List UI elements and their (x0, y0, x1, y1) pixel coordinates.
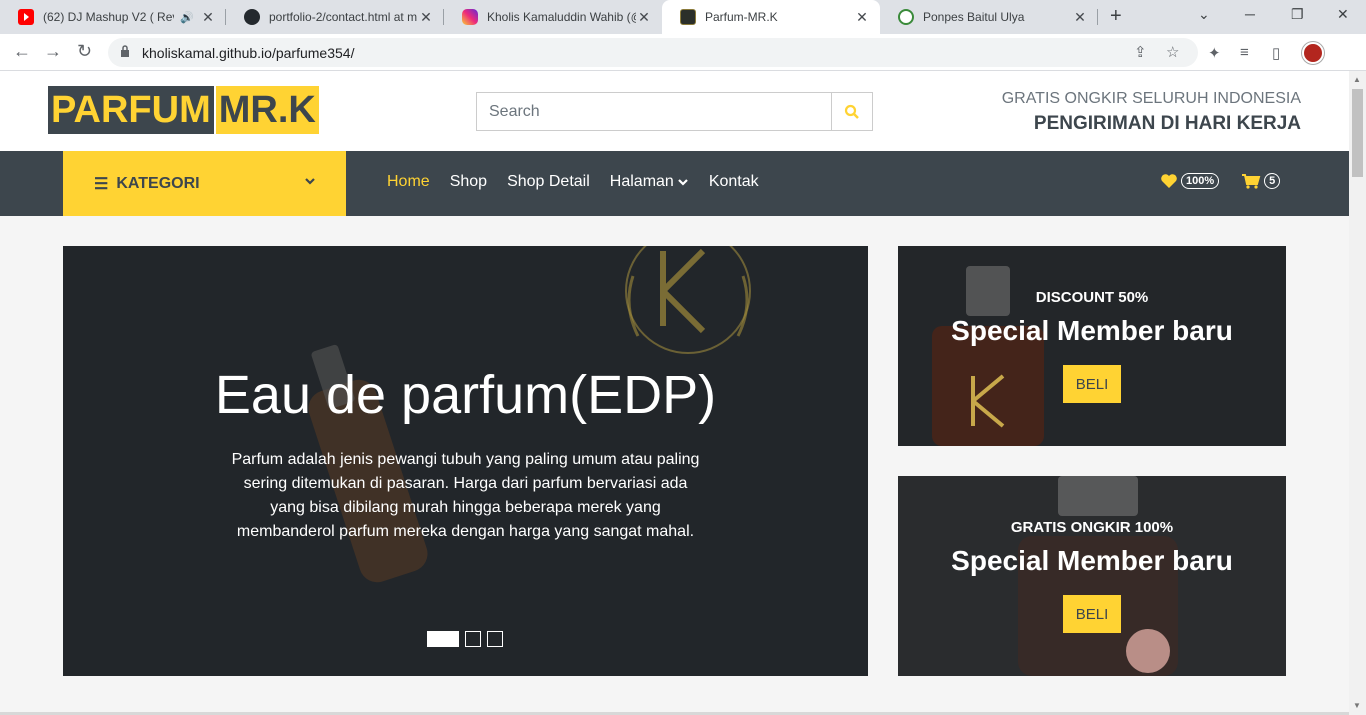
hero-title: Eau de parfum(EDP) (214, 365, 717, 425)
tab-title: Parfum-MR.K (705, 10, 778, 24)
ponpes-site-icon (898, 9, 914, 25)
tab-ponpes[interactable]: Ponpes Baitul Ulya ✕ (880, 0, 1098, 34)
search-icon (844, 104, 859, 119)
chevron-down-icon (678, 179, 688, 186)
search-button[interactable] (831, 93, 872, 130)
instagram-icon (462, 9, 478, 25)
nav-shop[interactable]: Shop (450, 173, 487, 191)
browser-tab-bar: (62) DJ Mashup V2 ( Reve 🔊 ✕ portfolio-2… (0, 0, 1366, 34)
logo-part1: PARFUM (48, 86, 214, 134)
nav-kontak[interactable]: Kontak (709, 173, 759, 191)
web-page: PARFUM MR.K GRATIS ONGKIR SELURUH INDONE… (0, 71, 1349, 715)
reload-icon[interactable]: ↻ (77, 41, 92, 62)
hero-description: Parfum adalah jenis pewangi tubuh yang p… (231, 451, 700, 540)
tab-title: portfolio-2/contact.html at m (269, 10, 418, 24)
url-text: kholiskamal.github.io/parfume354/ (142, 45, 355, 61)
close-tab-icon[interactable]: ✕ (1072, 9, 1088, 26)
offer-card: DISCOUNT 50% Special Member baru BELI (898, 246, 1286, 446)
profile-avatar[interactable] (1302, 42, 1324, 64)
offer-tag: GRATIS ONGKIR 100% (1010, 519, 1174, 536)
carousel-dot-1[interactable] (427, 631, 459, 647)
parfum-site-icon (680, 9, 696, 25)
minimize-icon[interactable]: ─ (1245, 6, 1255, 22)
brand-emblem-watermark (625, 246, 751, 354)
chevron-down-icon (305, 178, 315, 185)
tab-search-icon[interactable]: ⌄ (1198, 6, 1210, 23)
nav-links: Home Shop Shop Detail Halaman Kontak (387, 173, 779, 191)
side-panel-icon[interactable]: ▯ (1272, 44, 1280, 62)
tab-youtube[interactable]: (62) DJ Mashup V2 ( Reve 🔊 ✕ (0, 0, 226, 34)
speaker-icon: 🔊 (180, 11, 194, 24)
back-icon[interactable]: ← (13, 41, 31, 62)
lock-icon (121, 45, 129, 57)
carousel-indicators (427, 631, 509, 647)
offer-title: Special Member baru (951, 315, 1233, 346)
logo-part2: MR.K (215, 86, 319, 134)
tab-parfum[interactable]: Parfum-MR.K ✕ (662, 0, 880, 34)
close-tab-icon[interactable]: ✕ (636, 9, 652, 26)
heart-icon (1161, 174, 1177, 188)
nav-icons: 100% 5 (1160, 173, 1281, 189)
github-icon (244, 9, 260, 25)
url-field[interactable]: kholiskamal.github.io/parfume354/ ⇪ ☆ (108, 38, 1198, 67)
category-label: KATEGORI (116, 174, 200, 192)
buy-button[interactable]: BELI (1063, 595, 1121, 633)
search-box (476, 92, 873, 131)
new-tab-icon[interactable]: + (1110, 5, 1122, 28)
forward-icon[interactable]: → (44, 41, 62, 62)
nav-shop-detail[interactable]: Shop Detail (507, 173, 590, 191)
wishlist-button[interactable]: 100% (1160, 173, 1220, 189)
offer-card: GRATIS ONGKIR 100% Special Member baru B… (898, 476, 1286, 676)
address-bar: ← → ↻ kholiskamal.github.io/parfume354/ … (0, 34, 1366, 71)
close-tab-icon[interactable]: ✕ (418, 9, 434, 26)
promo-line2: PENGIRIMAN DI HARI KERJA (1033, 113, 1301, 134)
extensions-icon[interactable]: ✦ (1208, 44, 1221, 62)
promo-line1: GRATIS ONGKIR SELURUH INDONESIA (1001, 90, 1301, 107)
page-scrollbar[interactable]: ▲ ▼ (1349, 71, 1366, 715)
tab-github[interactable]: portfolio-2/contact.html at m ✕ (226, 0, 444, 34)
cart-count: 5 (1264, 173, 1281, 189)
scroll-up-icon[interactable]: ▲ (1353, 75, 1361, 84)
site-logo[interactable]: PARFUM MR.K (48, 86, 319, 134)
category-dropdown[interactable]: ☰ KATEGORI (63, 151, 346, 216)
nav-halaman-label: Halaman (609, 173, 674, 190)
carousel-dot-3[interactable] (487, 631, 503, 647)
tab-instagram[interactable]: Kholis Kamaluddin Wahib (@ ✕ (444, 0, 662, 34)
menu-bars-icon: ☰ (94, 175, 109, 193)
nav-home[interactable]: Home (387, 173, 430, 191)
share-icon[interactable]: ⇪ (1134, 43, 1147, 61)
offer-title: Special Member baru (951, 545, 1233, 576)
maximize-icon[interactable]: ❐ (1291, 6, 1304, 23)
tab-title: Kholis Kamaluddin Wahib (@ (487, 10, 636, 24)
tab-title: Ponpes Baitul Ulya (923, 10, 1025, 24)
close-tab-icon[interactable]: ✕ (200, 9, 216, 26)
youtube-icon (18, 9, 34, 25)
scroll-down-icon[interactable]: ▼ (1353, 701, 1361, 710)
site-header: PARFUM MR.K GRATIS ONGKIR SELURUH INDONE… (0, 71, 1349, 151)
carousel-dot-2[interactable] (465, 631, 481, 647)
cart-button[interactable]: 5 (1241, 173, 1281, 189)
buy-button[interactable]: BELI (1063, 365, 1121, 403)
main-navbar: ☰ KATEGORI Home Shop Shop Detail Halaman… (0, 151, 1349, 216)
close-window-icon[interactable]: ✕ (1337, 6, 1349, 23)
nav-halaman[interactable]: Halaman (610, 173, 689, 191)
tab-title: (62) DJ Mashup V2 ( Reve (43, 10, 175, 24)
bookmark-star-icon[interactable]: ☆ (1166, 43, 1179, 61)
search-input[interactable] (477, 93, 831, 130)
offer-tag: DISCOUNT 50% (1035, 289, 1149, 306)
wishlist-count: 100% (1181, 173, 1220, 189)
hero-carousel: Eau de parfum(EDP) Parfum adalah jenis p… (63, 246, 868, 676)
media-control-icon[interactable]: ≡ (1240, 44, 1249, 61)
close-tab-icon[interactable]: ✕ (854, 9, 870, 26)
cart-icon (1242, 174, 1261, 189)
scrollbar-thumb[interactable] (1352, 89, 1363, 177)
